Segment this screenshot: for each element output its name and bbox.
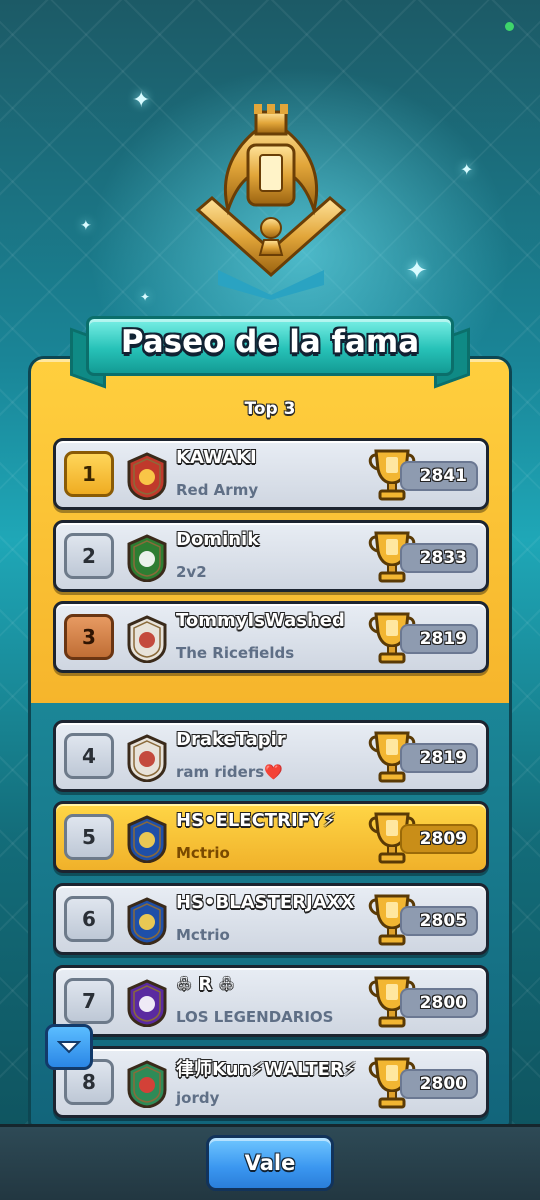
starburst-badge-icon bbox=[127, 979, 167, 1027]
star-badge-icon bbox=[127, 815, 167, 863]
rank-badge: 5 bbox=[64, 814, 114, 860]
sparkle-icon: ✦ bbox=[406, 256, 428, 286]
player-name: KAWAKI bbox=[176, 447, 257, 468]
trophy-count: 2819 bbox=[400, 624, 478, 654]
rank-badge: 2 bbox=[64, 533, 114, 579]
trophy-count: 2833 bbox=[400, 543, 478, 573]
rank-badge: 6 bbox=[64, 896, 114, 942]
player-name: DrakeTapir bbox=[176, 729, 286, 750]
rank-badge: 4 bbox=[64, 733, 114, 779]
hall-of-fame-trophy-icon bbox=[195, 104, 347, 300]
clan-name: ram riders❤️ bbox=[176, 763, 283, 781]
compass-badge-icon bbox=[127, 1060, 167, 1108]
sparkle-icon: ✦ bbox=[140, 290, 151, 304]
page-title: Paseo de la fama bbox=[120, 324, 420, 360]
top3-label: Top 3 bbox=[244, 399, 296, 419]
leaderboard-row[interactable]: 5 HS•ELECTRIFY⚡ Mctrio 2809 bbox=[53, 801, 489, 873]
clan-name: Mctrio bbox=[176, 926, 230, 944]
trophy-count: 2819 bbox=[400, 743, 478, 773]
clan-name: Red Army bbox=[176, 481, 259, 499]
trophy-count: 2841 bbox=[400, 461, 478, 491]
scroll-down-button[interactable] bbox=[45, 1024, 93, 1070]
player-name: Dominik bbox=[176, 529, 260, 550]
rank-badge: 1 bbox=[64, 451, 114, 497]
rank-badge: 7 bbox=[64, 978, 114, 1024]
clan-name: jordy bbox=[176, 1089, 220, 1107]
leaderboard-row[interactable]: 2 Dominik 2v2 2833 bbox=[53, 520, 489, 592]
leaderboard-row[interactable]: 1 KAWAKI Red Army 2841 bbox=[53, 438, 489, 510]
sparkle-icon: ✦ bbox=[460, 160, 474, 179]
rank-badge: 3 bbox=[64, 614, 114, 660]
leaderboard-row[interactable]: 6 HS•BLASTERJAXX Mctrio 2805 bbox=[53, 883, 489, 955]
trophy-count: 2805 bbox=[400, 906, 478, 936]
crown-badge-icon bbox=[127, 452, 167, 500]
player-name: TommyIsWashed bbox=[176, 610, 345, 631]
trophy-count: 2800 bbox=[400, 1069, 478, 1099]
trophy-count: 2800 bbox=[400, 988, 478, 1018]
player-name: HS•ELECTRIFY⚡ bbox=[176, 810, 336, 831]
leaderboard-row[interactable]: 4 DrakeTapir ram riders❤️ 2819 bbox=[53, 720, 489, 792]
mountain-sun-badge-icon bbox=[127, 734, 167, 782]
title-banner: Paseo de la fama bbox=[70, 310, 470, 389]
trophy-count: 2809 bbox=[400, 824, 478, 854]
cross-badge-icon bbox=[127, 534, 167, 582]
status-indicator-dot bbox=[505, 22, 514, 31]
clan-name: LOS LEGENDARIOS bbox=[176, 1008, 334, 1026]
clan-name: 2v2 bbox=[176, 563, 207, 581]
player-name: 律师Kun⚡WALTER⚡ bbox=[176, 1059, 357, 1080]
leaderboard-row[interactable]: 8 律师Kun⚡WALTER⚡ jordy 2800 bbox=[53, 1046, 489, 1118]
chevron-down-icon bbox=[57, 1041, 81, 1054]
clan-name: The Ricefields bbox=[176, 644, 295, 662]
sparkle-icon: ✦ bbox=[132, 88, 151, 113]
ok-button[interactable]: Vale bbox=[206, 1135, 334, 1191]
mountain-sun-badge-icon bbox=[127, 615, 167, 663]
leaderboard-row[interactable]: 7 ♧ R ♧ LOS LEGENDARIOS 2800 bbox=[53, 965, 489, 1037]
sparkle-icon: ✦ bbox=[80, 218, 92, 234]
player-name: HS•BLASTERJAXX bbox=[176, 892, 355, 913]
star-badge-icon bbox=[127, 897, 167, 945]
clan-name: Mctrio bbox=[176, 844, 230, 862]
player-name: ♧ R ♧ bbox=[176, 974, 235, 995]
leaderboard-row[interactable]: 3 TommyIsWashed The Ricefields 2819 bbox=[53, 601, 489, 673]
